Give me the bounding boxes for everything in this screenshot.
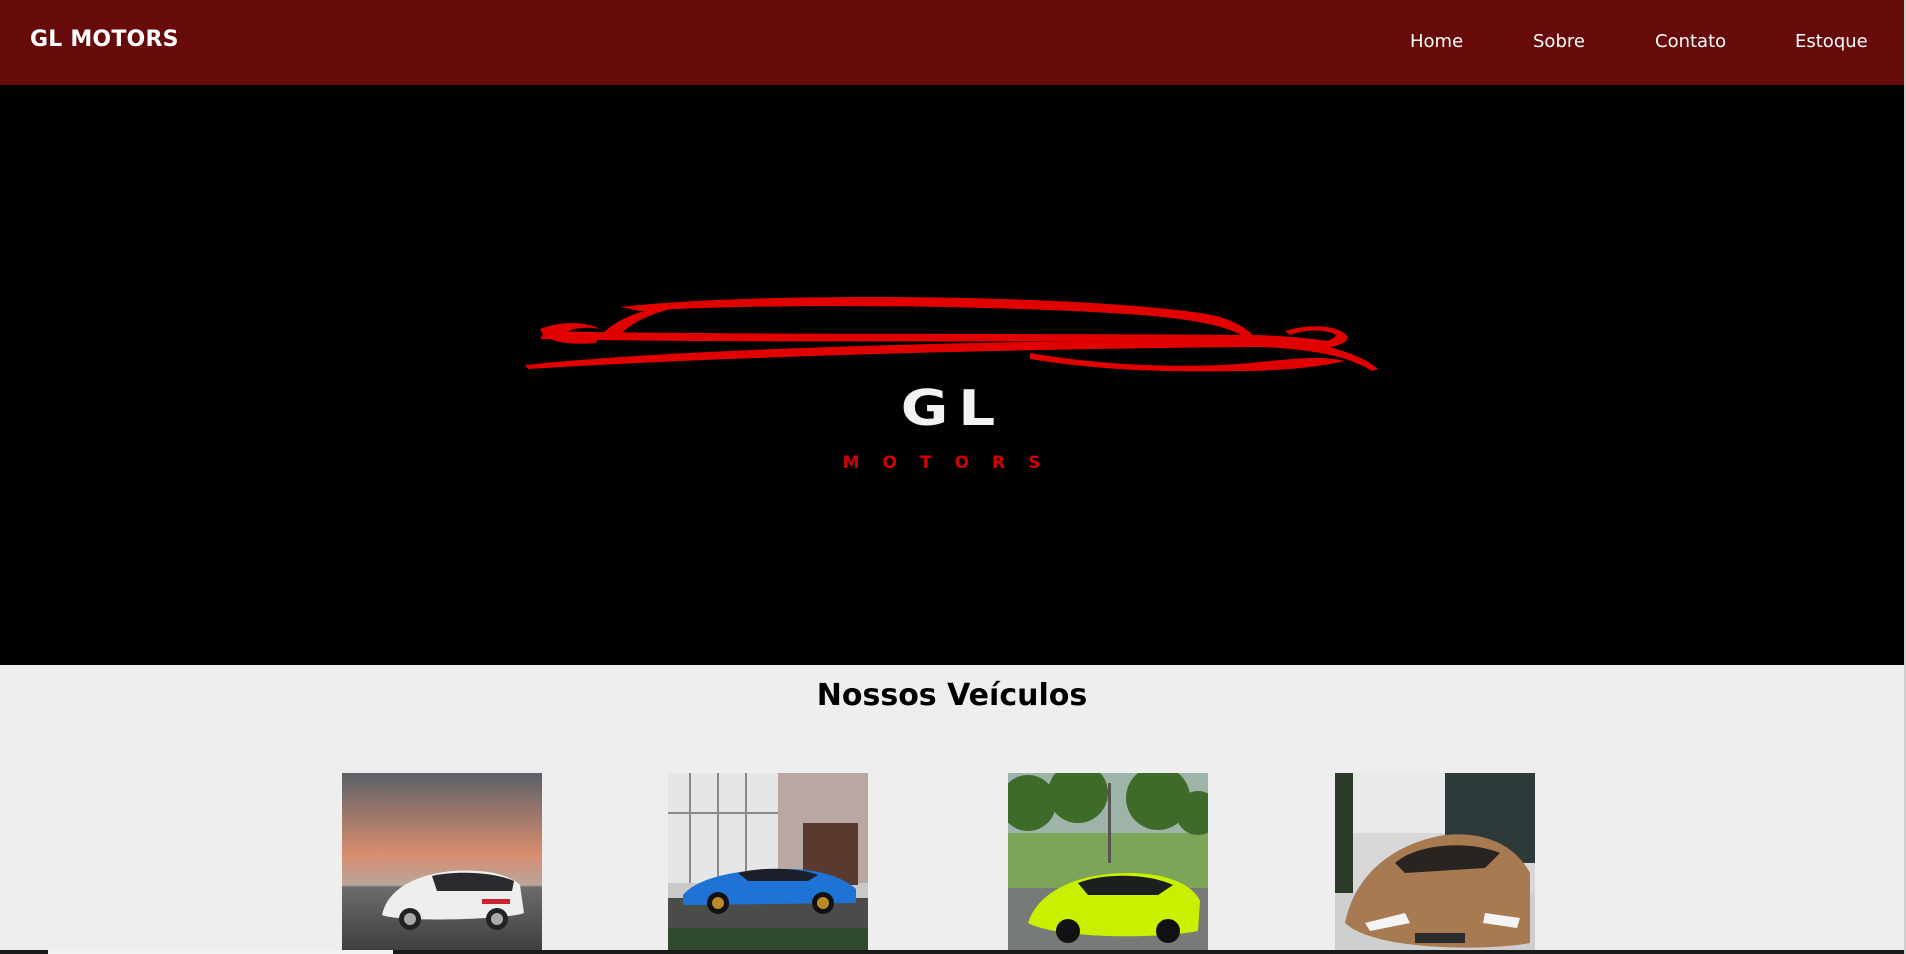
section-title-vehicles: Nossos Veículos — [816, 678, 1088, 713]
nav-link-contato[interactable]: Contato — [1655, 31, 1726, 52]
bronze-supercar-photo — [1335, 773, 1535, 954]
vehicle-card-1[interactable] — [342, 773, 542, 954]
logo-main-text: GL — [901, 379, 1006, 437]
lime-supercar-photo — [1008, 773, 1208, 954]
vehicle-card-4[interactable] — [1335, 773, 1535, 954]
gl-motors-logo: GL MOTORS — [525, 296, 1378, 473]
nav-link-home[interactable]: Home — [1410, 31, 1463, 52]
white-hatchback-photo — [342, 773, 542, 954]
hero-banner: GL MOTORS — [0, 85, 1904, 665]
car-silhouette-icon — [525, 296, 1378, 372]
navbar: GL MOTORS Home Sobre Contato Estoque — [0, 0, 1904, 85]
horizontal-scrollbar-thumb[interactable] — [48, 950, 393, 954]
logo-sub-text: MOTORS — [843, 453, 1064, 473]
nav-link-estoque[interactable]: Estoque — [1795, 31, 1868, 52]
nav-menu: Home Sobre Contato Estoque — [0, 31, 1904, 55]
vehicle-card-3[interactable] — [1008, 773, 1208, 954]
nav-link-sobre[interactable]: Sobre — [1533, 31, 1585, 52]
blue-sports-coupe-photo — [668, 773, 868, 954]
vehicle-card-2[interactable] — [668, 773, 868, 954]
